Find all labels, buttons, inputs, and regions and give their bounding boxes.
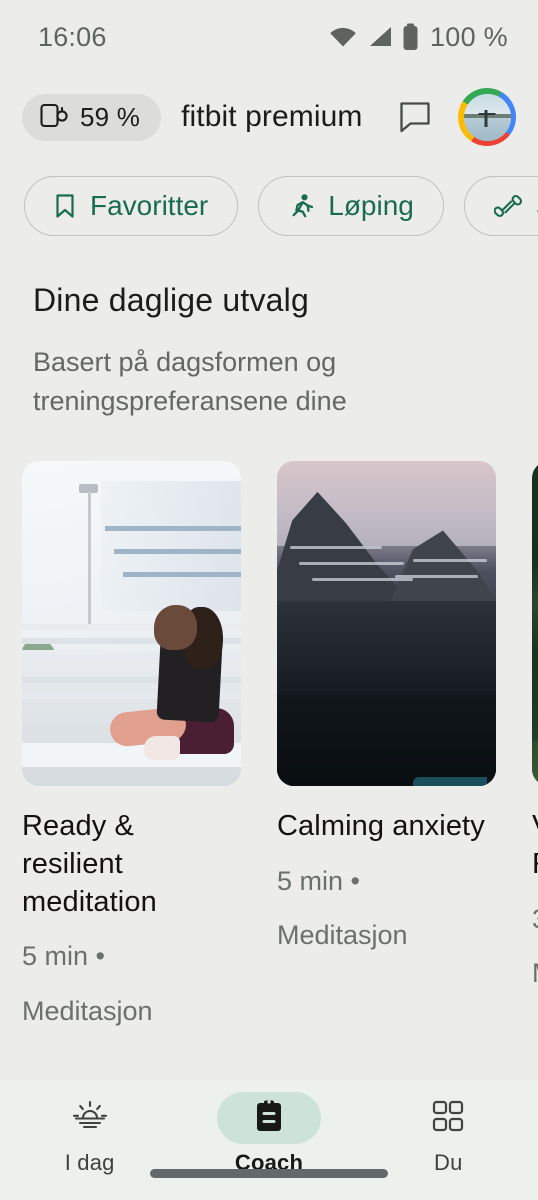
- battery-icon: [402, 23, 419, 51]
- gesture-bar[interactable]: [150, 1169, 388, 1178]
- section-subtitle: Basert på dagsformen og treningspreferan…: [33, 347, 347, 417]
- card-category: Meditasjon: [277, 920, 408, 951]
- device-battery-percent: 59 %: [80, 101, 141, 132]
- status-bar: 16:06 100 %: [0, 0, 538, 74]
- dumbbell-icon: [493, 193, 522, 219]
- nav-label: Du: [434, 1150, 463, 1175]
- card-title: Vel Ral: [532, 808, 538, 883]
- card-thumbnail-mountain: [277, 461, 496, 787]
- card-category: Me: [532, 954, 538, 992]
- card-thumbnail-forest: [532, 461, 538, 787]
- chip-label: Favoritter: [90, 190, 209, 221]
- card-title: Ready & resilient meditation: [22, 810, 157, 918]
- page-title: fitbit premium: [181, 100, 363, 133]
- avatar[interactable]: [458, 88, 516, 146]
- phone-screen: 16:06 100 % 59 % fitbit premium Favoritt…: [0, 0, 538, 1200]
- card-item-clipped[interactable]: Vel Ral 32 Me: [532, 461, 538, 1030]
- card-thumbnail-bleachers: [22, 461, 241, 787]
- chat-bubble-icon[interactable]: [392, 94, 438, 140]
- bookmark-icon: [54, 193, 76, 219]
- bottom-navigation[interactable]: I dag Coach Du: [0, 1080, 538, 1200]
- card-item[interactable]: Calming anxiety 5 min • Meditasjon: [277, 461, 496, 1030]
- clipboard-icon: [253, 1099, 285, 1138]
- card-duration: 5 min •: [277, 865, 360, 896]
- device-battery-chip[interactable]: 59 %: [22, 93, 162, 141]
- chip-styrke[interactable]: Sty: [463, 176, 538, 236]
- sunrise-icon: [71, 1099, 109, 1138]
- section-title: Dine daglige utvalg: [33, 282, 309, 318]
- nav-item-coach[interactable]: Coach: [194, 1092, 344, 1176]
- avatar-photo: [463, 93, 511, 141]
- status-clock: 16:06: [38, 21, 107, 52]
- nav-item-i-dag[interactable]: I dag: [15, 1092, 165, 1176]
- battery-percent: 100 %: [429, 21, 508, 52]
- nav-pill: [38, 1092, 142, 1144]
- running-person-icon: [288, 193, 314, 219]
- status-icons: 100 %: [328, 22, 508, 53]
- nav-item-du[interactable]: Du: [373, 1092, 523, 1176]
- card-duration: 32: [532, 900, 538, 938]
- watch-device-icon: [39, 100, 69, 135]
- card-duration: 5 min •: [22, 941, 105, 972]
- grid-four-squares-icon: [432, 1100, 464, 1137]
- card-item[interactable]: Ready & resilient meditation 5 min • Med…: [22, 461, 241, 1030]
- nav-pill: [396, 1092, 500, 1144]
- section-header: Dine daglige utvalg Basert på dagsformen…: [0, 236, 538, 421]
- card-category: Meditasjon: [22, 995, 153, 1026]
- nav-pill-active: [216, 1092, 321, 1144]
- chip-favoritter[interactable]: Favoritter: [24, 176, 239, 236]
- daily-picks-carousel[interactable]: Ready & resilient meditation 5 min • Med…: [0, 421, 538, 1030]
- nav-label: I dag: [64, 1150, 115, 1175]
- app-bar: 59 % fitbit premium: [0, 74, 538, 160]
- wifi-icon: [328, 25, 358, 49]
- chip-label: Løping: [328, 190, 414, 221]
- chip-loping[interactable]: Løping: [258, 176, 444, 236]
- filter-chips-row[interactable]: Favoritter Løping S: [0, 160, 538, 236]
- card-title: Calming anxiety: [277, 810, 485, 843]
- cellular-signal-icon: [367, 25, 393, 49]
